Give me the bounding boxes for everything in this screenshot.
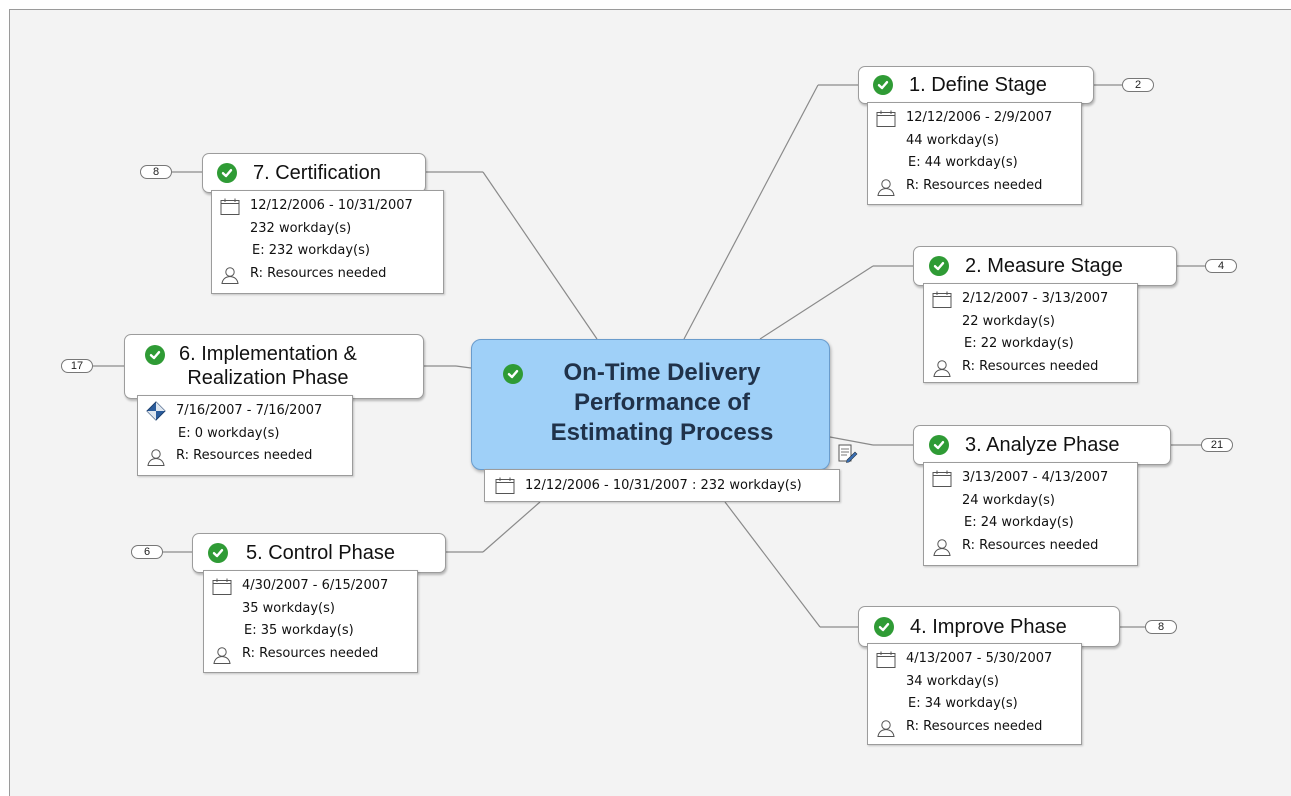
check-circle-icon xyxy=(503,364,523,384)
task-resources: R: Resources needed xyxy=(906,718,1043,734)
topic-certification[interactable]: 7. Certification xyxy=(202,153,426,193)
check-circle-icon xyxy=(145,345,165,365)
topic-define-stage[interactable]: 1. Define Stage xyxy=(858,66,1094,104)
task-duration: 34 workday(s) xyxy=(906,673,999,689)
task-resources: R: Resources needed xyxy=(242,645,379,661)
task-info-implementation-phase: 7/16/2007 - 7/16/2007 E: 0 workday(s) R:… xyxy=(137,395,353,476)
person-icon xyxy=(877,719,895,737)
task-dates: 7/16/2007 - 7/16/2007 xyxy=(176,403,323,418)
calendar-icon xyxy=(876,651,896,668)
task-dates: 12/12/2006 - 2/9/2007 xyxy=(906,110,1053,125)
task-dates: 4/30/2007 - 6/15/2007 xyxy=(242,578,389,593)
check-circle-icon xyxy=(217,163,237,183)
task-resources: R: Resources needed xyxy=(250,265,387,281)
task-info-measure-stage: 2/12/2007 - 3/13/2007 22 workday(s) E: 2… xyxy=(923,283,1138,383)
task-effort: E: 22 workday(s) xyxy=(964,336,1074,351)
central-topic[interactable]: On-Time Delivery Performance of Estimati… xyxy=(471,339,830,470)
check-circle-icon xyxy=(873,75,893,95)
person-icon xyxy=(933,538,951,556)
person-icon xyxy=(877,178,895,196)
topic-implementation-realization-phase[interactable]: 6. Implementation & Realization Phase xyxy=(124,334,424,399)
task-duration: 24 workday(s) xyxy=(962,492,1055,508)
task-duration: 35 workday(s) xyxy=(242,600,335,616)
subtopic-count-badge[interactable]: 8 xyxy=(1145,620,1177,634)
task-effort: E: 35 workday(s) xyxy=(244,623,354,638)
topic-title: 7. Certification xyxy=(253,162,381,184)
task-resources: R: Resources needed xyxy=(962,537,1099,553)
central-task-info: 12/12/2006 - 10/31/2007 : 232 workday(s) xyxy=(484,469,840,502)
task-info-improve-phase: 4/13/2007 - 5/30/2007 34 workday(s) E: 3… xyxy=(867,643,1082,745)
task-effort: E: 34 workday(s) xyxy=(908,696,1018,711)
check-circle-icon xyxy=(929,256,949,276)
task-info-analyze-phase: 3/13/2007 - 4/13/2007 24 workday(s) E: 2… xyxy=(923,462,1138,566)
topic-title-line-1: 6. Implementation & xyxy=(179,343,357,365)
topic-title: 1. Define Stage xyxy=(909,74,1047,96)
subtopic-count-badge[interactable]: 6 xyxy=(131,545,163,559)
person-icon xyxy=(213,646,231,664)
notes-icon[interactable] xyxy=(837,444,859,464)
subtopic-count-badge[interactable]: 21 xyxy=(1201,438,1233,452)
person-icon xyxy=(147,449,165,466)
task-dates: 3/13/2007 - 4/13/2007 xyxy=(962,470,1109,485)
task-effort: E: 0 workday(s) xyxy=(178,425,280,441)
topic-title: 5. Control Phase xyxy=(246,542,395,564)
calendar-icon xyxy=(932,291,952,308)
topic-title: 3. Analyze Phase xyxy=(965,434,1120,456)
calendar-icon xyxy=(932,470,952,487)
topic-control-phase[interactable]: 5. Control Phase xyxy=(192,533,446,573)
task-resources: R: Resources needed xyxy=(176,448,313,463)
task-dates: 2/12/2007 - 3/13/2007 xyxy=(962,291,1109,306)
task-resources: R: Resources needed xyxy=(962,358,1099,374)
person-icon xyxy=(933,359,951,377)
task-duration: 44 workday(s) xyxy=(906,132,999,148)
task-effort: E: 232 workday(s) xyxy=(252,243,370,258)
task-duration: 22 workday(s) xyxy=(962,313,1055,329)
topic-title: 2. Measure Stage xyxy=(965,255,1123,277)
check-circle-icon xyxy=(874,616,894,637)
topic-improve-phase[interactable]: 4. Improve Phase xyxy=(858,606,1120,647)
calendar-icon xyxy=(212,578,232,595)
task-info-certification: 12/12/2006 - 10/31/2007 232 workday(s) E… xyxy=(211,190,444,294)
task-info-define-stage: 12/12/2006 - 2/9/2007 44 workday(s) E: 4… xyxy=(867,102,1082,205)
check-circle-icon xyxy=(929,435,949,455)
task-effort: E: 44 workday(s) xyxy=(908,155,1018,170)
subtopic-count-badge[interactable]: 17 xyxy=(61,359,93,373)
task-info-control-phase: 4/30/2007 - 6/15/2007 35 workday(s) E: 3… xyxy=(203,570,418,673)
task-resources: R: Resources needed xyxy=(906,177,1043,193)
calendar-icon xyxy=(876,110,896,127)
person-icon xyxy=(221,266,239,284)
topic-title: 4. Improve Phase xyxy=(910,615,1067,638)
subtopic-count-badge[interactable]: 2 xyxy=(1122,78,1154,92)
subtopic-count-badge[interactable]: 8 xyxy=(140,165,172,179)
topic-analyze-phase[interactable]: 3. Analyze Phase xyxy=(913,425,1171,465)
topic-measure-stage[interactable]: 2. Measure Stage xyxy=(913,246,1177,286)
central-topic-title: On-Time Delivery Performance of Estimati… xyxy=(550,359,774,446)
calendar-icon xyxy=(220,198,240,215)
calendar-icon xyxy=(495,477,515,494)
check-circle-icon xyxy=(208,543,228,563)
milestone-diamond-icon xyxy=(146,401,166,421)
topic-title-line-2: Realization Phase xyxy=(187,367,349,389)
subtopic-count-badge[interactable]: 4 xyxy=(1205,259,1237,273)
task-dates: 4/13/2007 - 5/30/2007 xyxy=(906,651,1053,666)
task-duration: 232 workday(s) xyxy=(250,220,352,236)
task-dates: 12/12/2006 - 10/31/2007 xyxy=(250,198,413,213)
task-effort: E: 24 workday(s) xyxy=(964,515,1074,530)
central-info-text: 12/12/2006 - 10/31/2007 : 232 workday(s) xyxy=(525,478,802,493)
